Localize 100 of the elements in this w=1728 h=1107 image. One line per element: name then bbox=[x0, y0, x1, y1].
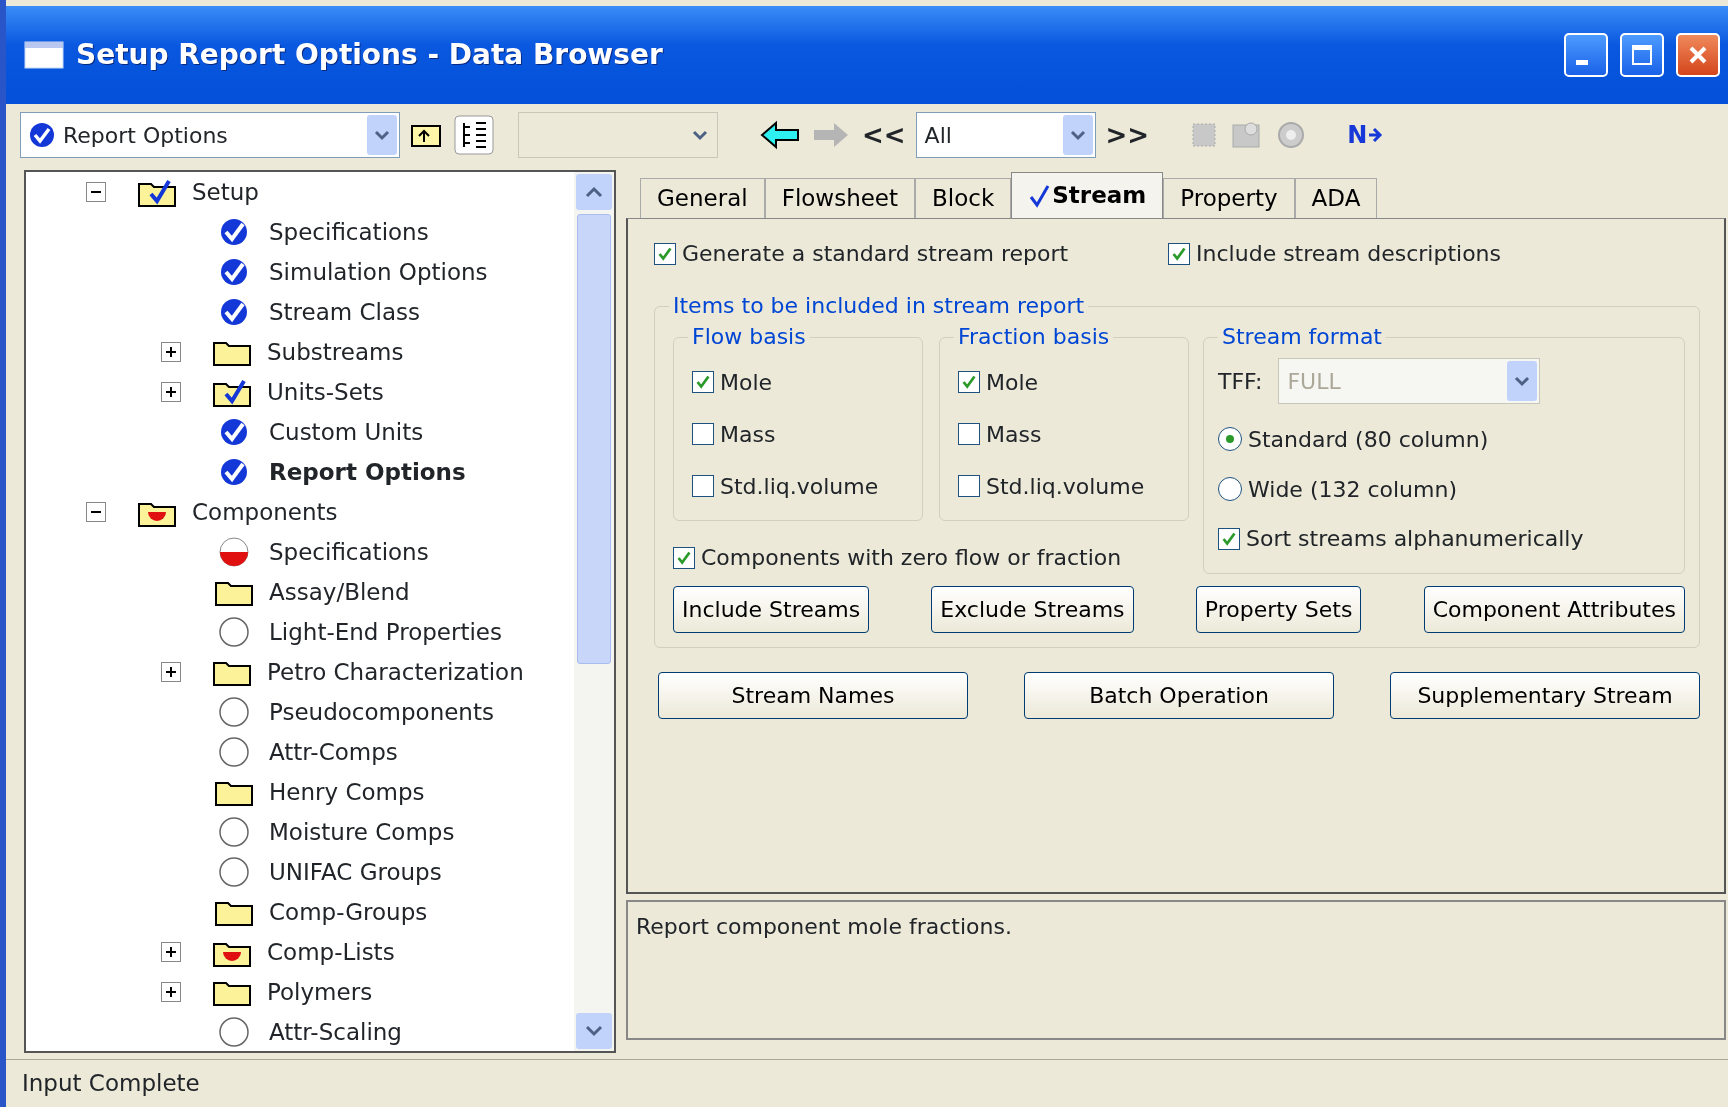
tree-item[interactable]: Henry Comps bbox=[269, 774, 425, 810]
tree-item[interactable]: Units-Sets bbox=[267, 374, 384, 410]
checkbox[interactable] bbox=[958, 423, 980, 445]
tree-item[interactable]: Specifications bbox=[269, 214, 429, 250]
collapse-toggle[interactable] bbox=[86, 502, 106, 522]
tree-item[interactable]: UNIFAC Groups bbox=[269, 854, 442, 890]
collapse-toggle[interactable] bbox=[86, 182, 106, 202]
action-button[interactable]: Property Sets bbox=[1195, 586, 1362, 633]
chevron-down-icon bbox=[1068, 129, 1087, 141]
minimize-icon bbox=[1576, 59, 1588, 65]
checkbox[interactable] bbox=[1168, 242, 1191, 265]
tab[interactable]: General bbox=[640, 178, 765, 218]
expand-toggle[interactable] bbox=[161, 982, 181, 1002]
checkbox-label[interactable]: Components with zero flow or fraction bbox=[701, 541, 1122, 574]
tree-item[interactable]: Attr-Comps bbox=[269, 734, 398, 770]
window-icon bbox=[24, 41, 64, 69]
action-button[interactable]: Exclude Streams bbox=[931, 586, 1134, 633]
field-label: TFF: bbox=[1218, 367, 1263, 396]
tree-item[interactable]: Attr-Scaling bbox=[269, 1014, 402, 1050]
chevron-down-icon bbox=[373, 129, 391, 141]
expand-toggle[interactable] bbox=[161, 382, 181, 402]
tab[interactable]: Stream bbox=[1011, 172, 1164, 218]
checkbox-label[interactable]: Sort streams alphanumerically bbox=[1246, 522, 1584, 555]
chevron-down-icon bbox=[1513, 375, 1532, 387]
chevron-down-icon bbox=[584, 1024, 604, 1038]
check-icon bbox=[29, 122, 55, 148]
tree-item[interactable]: Components bbox=[192, 494, 338, 530]
chevron-up-icon bbox=[584, 185, 604, 199]
checkbox[interactable] bbox=[1218, 527, 1240, 550]
status-text: Input Complete bbox=[6, 1059, 1728, 1107]
tab[interactable]: Property bbox=[1163, 178, 1295, 218]
checkbox[interactable] bbox=[692, 475, 714, 497]
close-button[interactable] bbox=[1676, 33, 1720, 77]
checkbox-label[interactable]: Std.liq.volume bbox=[720, 469, 879, 503]
expand-toggle[interactable] bbox=[161, 342, 181, 362]
tab[interactable]: ADA bbox=[1294, 178, 1378, 218]
checkbox-label[interactable]: Generate a standard stream report bbox=[682, 237, 1069, 270]
tree-item[interactable]: Polymers bbox=[267, 974, 373, 1010]
plus-icon bbox=[164, 345, 178, 359]
tree-item[interactable]: Comp-Lists bbox=[267, 934, 395, 970]
tree-item[interactable]: Custom Units bbox=[269, 414, 424, 450]
action-button[interactable]: Supplementary Stream bbox=[1390, 672, 1700, 719]
back-arrow-icon[interactable] bbox=[758, 120, 802, 150]
action-button[interactable]: Include Streams bbox=[673, 586, 870, 633]
tab[interactable]: Flowsheet bbox=[764, 178, 916, 218]
previous-button[interactable]: << bbox=[862, 115, 906, 155]
plus-icon bbox=[164, 945, 178, 959]
tree-item[interactable]: Setup bbox=[192, 174, 259, 210]
tree-item[interactable]: Report Options bbox=[269, 454, 466, 490]
tree-item[interactable]: Specifications bbox=[269, 534, 429, 570]
checkbox[interactable] bbox=[958, 475, 980, 497]
chevron-down-icon bbox=[691, 129, 709, 141]
plus-icon bbox=[164, 665, 178, 679]
window-title: Setup Report Options - Data Browser bbox=[76, 37, 664, 73]
radio-label[interactable]: Standard (80 column) bbox=[1248, 422, 1489, 456]
maximize-button[interactable] bbox=[1620, 33, 1664, 77]
tree-view-icon[interactable] bbox=[454, 115, 494, 155]
expand-toggle[interactable] bbox=[161, 662, 181, 682]
checkbox[interactable] bbox=[692, 423, 714, 445]
checkbox[interactable] bbox=[692, 371, 714, 393]
selector-value: All bbox=[924, 121, 952, 150]
tree-item[interactable]: Assay/Blend bbox=[269, 574, 410, 610]
action-button[interactable]: Batch Operation bbox=[1024, 672, 1334, 719]
tree-item[interactable]: Substreams bbox=[267, 334, 404, 370]
checkbox-label[interactable]: Mole bbox=[986, 365, 1039, 399]
radio-dot-icon bbox=[1225, 434, 1235, 444]
next-incomplete-button[interactable]: N bbox=[1347, 117, 1384, 153]
minimize-button[interactable] bbox=[1564, 33, 1608, 77]
tree-item[interactable]: Light-End Properties bbox=[269, 614, 502, 650]
form-selector[interactable]: Report Options bbox=[20, 112, 400, 158]
plus-icon bbox=[164, 985, 178, 999]
selector-value: Report Options bbox=[63, 121, 228, 150]
next-button[interactable]: >> bbox=[1105, 115, 1150, 155]
action-button[interactable]: Component Attributes bbox=[1423, 586, 1685, 633]
radio-button[interactable] bbox=[1218, 427, 1242, 451]
checkbox-label[interactable]: Std.liq.volume bbox=[986, 469, 1145, 503]
radio-label[interactable]: Wide (132 column) bbox=[1248, 472, 1457, 506]
checkbox[interactable] bbox=[958, 371, 980, 393]
plus-icon bbox=[164, 385, 178, 399]
checkbox-label[interactable]: Mass bbox=[986, 417, 1042, 451]
close-icon bbox=[1687, 44, 1709, 66]
checkbox-label[interactable]: Mass bbox=[720, 417, 776, 451]
tab[interactable]: Block bbox=[915, 178, 1012, 218]
check-icon bbox=[1028, 183, 1051, 208]
tree-item[interactable]: Comp-Groups bbox=[269, 894, 428, 930]
tree-item[interactable]: Stream Class bbox=[269, 294, 421, 330]
tree-item[interactable]: Pseudocomponents bbox=[269, 694, 494, 730]
checkbox[interactable] bbox=[654, 242, 676, 265]
action-button[interactable]: Stream Names bbox=[658, 672, 968, 719]
expand-toggle[interactable] bbox=[161, 942, 181, 962]
tree-item[interactable]: Petro Characterization bbox=[267, 654, 524, 690]
checkbox-label[interactable]: Include stream descriptions bbox=[1196, 237, 1502, 270]
page-selector[interactable]: All bbox=[915, 112, 1096, 158]
tree-item[interactable]: Moisture Comps bbox=[269, 814, 455, 850]
radio-button[interactable] bbox=[1218, 477, 1242, 501]
tree-item[interactable]: Simulation Options bbox=[269, 254, 488, 290]
arrow-icon bbox=[1367, 125, 1384, 145]
scrollbar[interactable] bbox=[574, 172, 614, 1051]
checkbox-label[interactable]: Mole bbox=[720, 365, 773, 399]
checkbox[interactable] bbox=[673, 546, 695, 569]
